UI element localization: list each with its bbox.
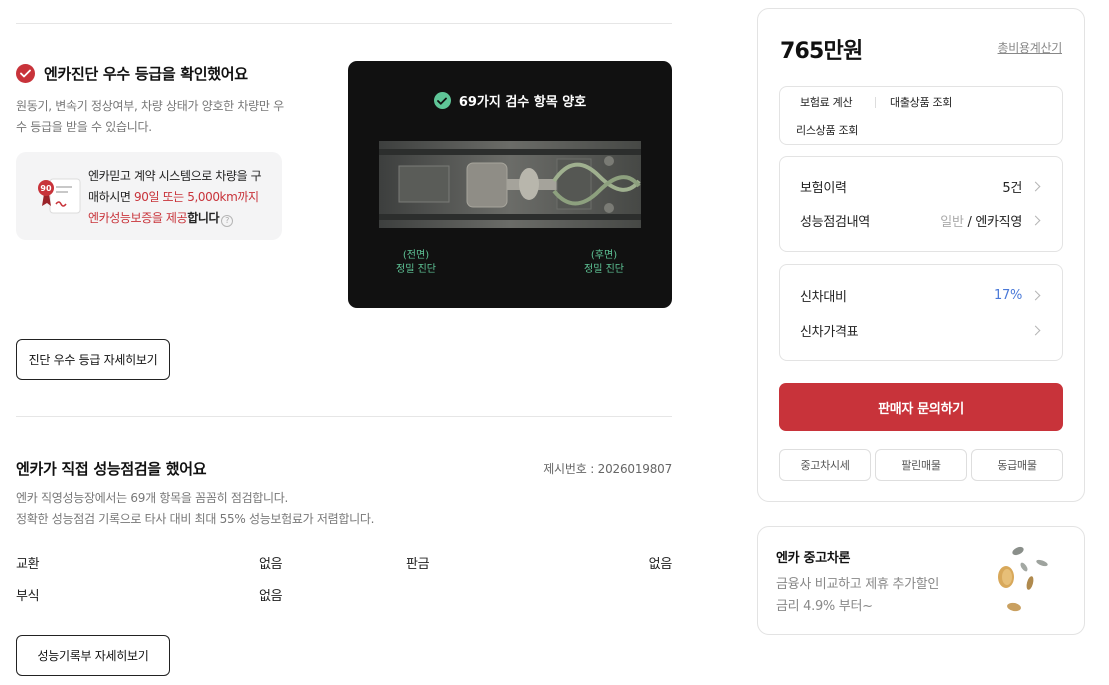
inspection-title: 엔카가 직접 성능점검을 했어요 [16,460,207,478]
section-divider [16,416,672,417]
front-zone-label: (전면) 정밀 진단 [386,249,446,277]
chevron-right-icon [1030,181,1041,191]
new-car-price-table-row[interactable]: 신차가격표 [800,320,1042,340]
sold-listings-button[interactable]: 팔린매물 [875,449,967,481]
corrosion-label: 부식 [16,589,40,604]
inspection-history-row[interactable]: 성능점검내역 일반 / 엔카직영 [800,210,1042,230]
front-zone-title: (전면) [402,250,430,261]
value-separator: / [963,214,976,230]
insurance-history-value: 5건 [1002,180,1022,196]
chevron-right-icon [1030,325,1041,335]
inspection-card-title: 69가지 검수 항목 양호 [458,95,587,110]
presentation-number: 제시번호 : 2026019807 [543,462,672,476]
inspection-description: 엔카 직영성능장에서는 69개 항목을 꼼꼼히 점검합니다. 정확한 성능점검 … [16,488,374,530]
undercarriage-image [379,141,641,228]
chevron-right-icon [1030,290,1041,300]
warranty-certificate-icon: 90 [38,178,81,214]
chevron-right-icon [1030,215,1041,225]
rear-zone-title: (후면) [590,250,618,261]
panel-label: 판금 [406,557,430,572]
corrosion-value: 없음 [259,589,283,604]
new-car-price-table-label: 신차가격표 [800,324,859,340]
diagnosis-heading: 엔카진단 우수 등급을 확인했어요 [16,63,248,84]
warranty-promo-text: 엔카믿고 계약 시스템으로 차량을 구 매하시면 90일 또는 5,000km까… [88,166,274,229]
vs-new-car-row[interactable]: 신차대비 17% [800,285,1042,305]
promo-warranty-offer: 엔카성능보증을 제공 [88,211,188,225]
loan-desc-line1: 금융사 비교하고 제휴 추가할인 [776,577,940,592]
inspection-desc-line2: 정확한 성능점검 기록으로 타사 대비 최대 55% 성능보험료가 저렴합니다. [16,512,375,526]
insurance-calc-chip[interactable]: 보험료 계산 [800,94,853,110]
finance-chips-box: 보험료 계산 대출상품 조회 리스상품 조회 [779,86,1063,145]
rear-zone-label: (후면) 정밀 진단 [574,249,634,277]
inspection-visual-card: 69가지 검수 항목 양호 (전면) 정밀 진단 (후면) 정밀 진단 [348,61,672,308]
diagnosis-title: 엔카진단 우수 등급을 확인했어요 [44,65,248,83]
loan-title: 엔카 중고차론 [776,551,851,566]
vs-new-car-label: 신차대비 [800,289,847,305]
coins-icon [998,546,1048,612]
front-zone-sub: 정밀 진단 [396,264,436,275]
similar-listings-button[interactable]: 동급매물 [971,449,1063,481]
chip-separator [875,97,876,108]
panel-value: 없음 [648,557,673,572]
diagnosis-desc-line1: 원동기, 변속기 정상여부, 차량 상태가 양호한 차량만 우 [16,99,284,113]
check-circle-icon [433,92,451,109]
inspection-card-heading: 69가지 검수 항목 양호 [348,91,672,110]
exchange-value: 없음 [259,557,283,572]
total-cost-calculator-link[interactable]: 총비용계산기 [998,39,1063,56]
loan-desc-line2: 금리 4.9% 부터~ [776,599,873,614]
promo-line3-suffix: 합니다 [187,211,220,225]
diagnosis-detail-button[interactable]: 진단 우수 등급 자세히보기 [16,339,170,380]
new-car-box: 신차대비 17% 신차가격표 [779,264,1063,361]
lease-products-chip[interactable]: 리스상품 조회 [796,122,858,138]
insurance-history-label: 보험이력 [800,180,847,196]
inspection-type-encar: 엔카직영 [975,214,1022,230]
used-car-loan-card[interactable]: 엔카 중고차론 금융사 비교하고 제휴 추가할인 금리 4.9% 부터~ [757,526,1085,635]
history-box: 보험이력 5건 성능점검내역 일반 / 엔카직영 [779,156,1063,252]
diagnosis-description: 원동기, 변속기 정상여부, 차량 상태가 양호한 차량만 우 수 등급을 받을… [16,96,288,138]
loan-products-chip[interactable]: 대출상품 조회 [890,94,952,110]
vehicle-price: 765만원 [780,39,863,64]
help-icon[interactable]: ? [221,214,234,227]
promo-line2-prefix: 매하시면 [88,190,134,204]
warranty-promo-box: 90 엔카믿고 계약 시스템으로 차량을 구 매하시면 90일 또는 5,000… [16,152,282,240]
top-divider [16,23,672,24]
price-sidebar: 765만원 총비용계산기 보험료 계산 대출상품 조회 리스상품 조회 보험이력… [757,8,1085,502]
check-circle-icon [16,64,35,83]
loan-description: 금융사 비교하고 제휴 추가할인 금리 4.9% 부터~ [776,574,939,618]
warranty-badge-text: 90 [40,184,52,193]
performance-record-button[interactable]: 성능기록부 자세히보기 [16,635,170,676]
promo-warranty-period: 90일 또는 5,000km까지 [133,190,259,204]
diagnosis-desc-line2: 수 등급을 받을 수 있습니다. [16,120,152,134]
rear-zone-sub: 정밀 진단 [584,264,624,275]
inspection-type-general: 일반 [940,214,964,230]
vs-new-car-value: 17% [994,287,1022,303]
inspection-history-label: 성능점검내역 [800,214,870,230]
insurance-history-row[interactable]: 보험이력 5건 [800,176,1042,196]
promo-line1: 엔카믿고 계약 시스템으로 차량을 구 [88,169,262,183]
contact-seller-button[interactable]: 판매자 문의하기 [779,383,1063,431]
exchange-label: 교환 [16,557,40,572]
inspection-desc-line1: 엔카 직영성능장에서는 69개 항목을 꼼꼼히 점검합니다. [16,491,289,505]
used-car-price-button[interactable]: 중고차시세 [779,449,871,481]
